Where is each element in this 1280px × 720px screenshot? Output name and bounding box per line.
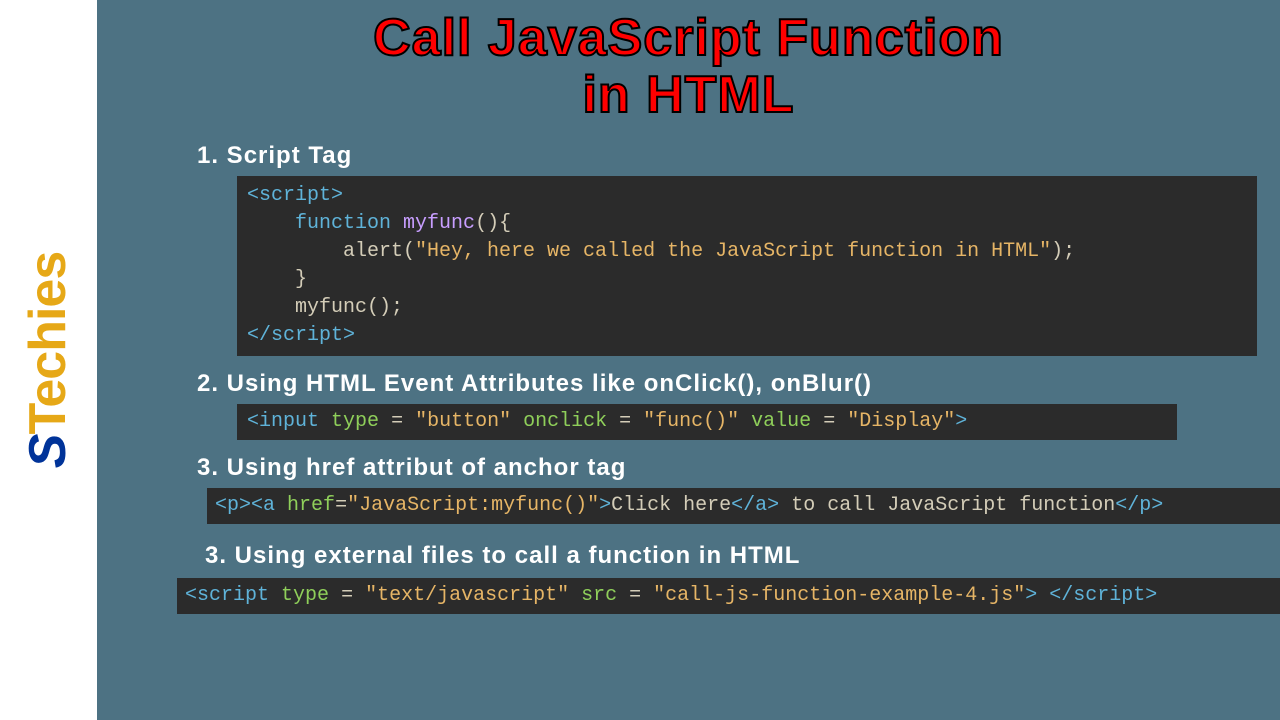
- logo-letter-s: S: [20, 435, 78, 469]
- code-block-event-attributes: <input type = "button" onclick = "func()…: [237, 404, 1177, 440]
- code-token: "Hey, here we called the JavaScript func…: [415, 240, 1051, 263]
- code-token: >: [955, 410, 967, 433]
- code-token: "Display": [847, 410, 955, 433]
- code-token: </script>: [1049, 584, 1157, 607]
- heading-event-attributes: 2. Using HTML Event Attributes like onCl…: [197, 370, 1250, 398]
- page-title: Call JavaScript Function in HTML: [127, 10, 1250, 124]
- code-token: <script>: [247, 184, 343, 207]
- code-token: Click here: [611, 494, 731, 517]
- code-token: >: [1025, 584, 1037, 607]
- code-token: =: [379, 410, 415, 433]
- code-token: "button": [415, 410, 511, 433]
- code-token: </script>: [247, 324, 355, 347]
- title-line-2: in HTML: [127, 67, 1250, 124]
- code-token: (){: [475, 212, 511, 235]
- code-token: =: [335, 494, 347, 517]
- code-block-script-tag: <script> function myfunc(){ alert("Hey, …: [237, 176, 1257, 356]
- main-content: Call JavaScript Function in HTML 1. Scri…: [97, 0, 1280, 720]
- heading-external-files: 3. Using external files to call a functi…: [205, 542, 1250, 570]
- code-token: href: [287, 494, 335, 517]
- stechies-logo: STechies: [19, 252, 79, 468]
- code-block-href-anchor: <p><a href="JavaScript:myfunc()">Click h…: [207, 488, 1280, 524]
- code-token: src: [581, 584, 617, 607]
- code-token: }: [295, 268, 307, 291]
- code-token: <: [247, 410, 259, 433]
- code-token: function: [295, 212, 391, 235]
- title-line-1: Call JavaScript Function: [127, 10, 1250, 67]
- heading-script-tag: 1. Script Tag: [197, 142, 1250, 170]
- code-token: myfunc: [403, 212, 475, 235]
- code-token: script: [197, 584, 269, 607]
- code-token: "text/javascript": [365, 584, 569, 607]
- code-token: alert(: [343, 240, 415, 263]
- code-token: "call-js-function-example-4.js": [653, 584, 1025, 607]
- code-token: type: [281, 584, 329, 607]
- code-token: <p>: [215, 494, 251, 517]
- code-token: "func()": [643, 410, 739, 433]
- code-token: myfunc();: [295, 296, 403, 319]
- heading-href-anchor: 3. Using href attribut of anchor tag: [197, 454, 1250, 482]
- code-token: [1037, 584, 1049, 607]
- sidebar: STechies: [0, 0, 97, 720]
- code-token: input: [259, 410, 319, 433]
- code-token: </p>: [1115, 494, 1163, 517]
- code-token: =: [329, 584, 365, 607]
- code-token: <a: [251, 494, 275, 517]
- code-token: type: [331, 410, 379, 433]
- logo-techies: Techies: [20, 252, 78, 435]
- code-token: =: [607, 410, 643, 433]
- code-block-external-files: <script type = "text/javascript" src = "…: [177, 578, 1280, 614]
- code-token: <: [185, 584, 197, 607]
- code-token: );: [1051, 240, 1075, 263]
- code-token: </a>: [731, 494, 779, 517]
- code-token: =: [811, 410, 847, 433]
- code-token: =: [617, 584, 653, 607]
- code-token: "JavaScript:myfunc()": [347, 494, 599, 517]
- code-token: >: [599, 494, 611, 517]
- code-token: to call JavaScript function: [779, 494, 1115, 517]
- code-token: value: [751, 410, 811, 433]
- code-token: onclick: [523, 410, 607, 433]
